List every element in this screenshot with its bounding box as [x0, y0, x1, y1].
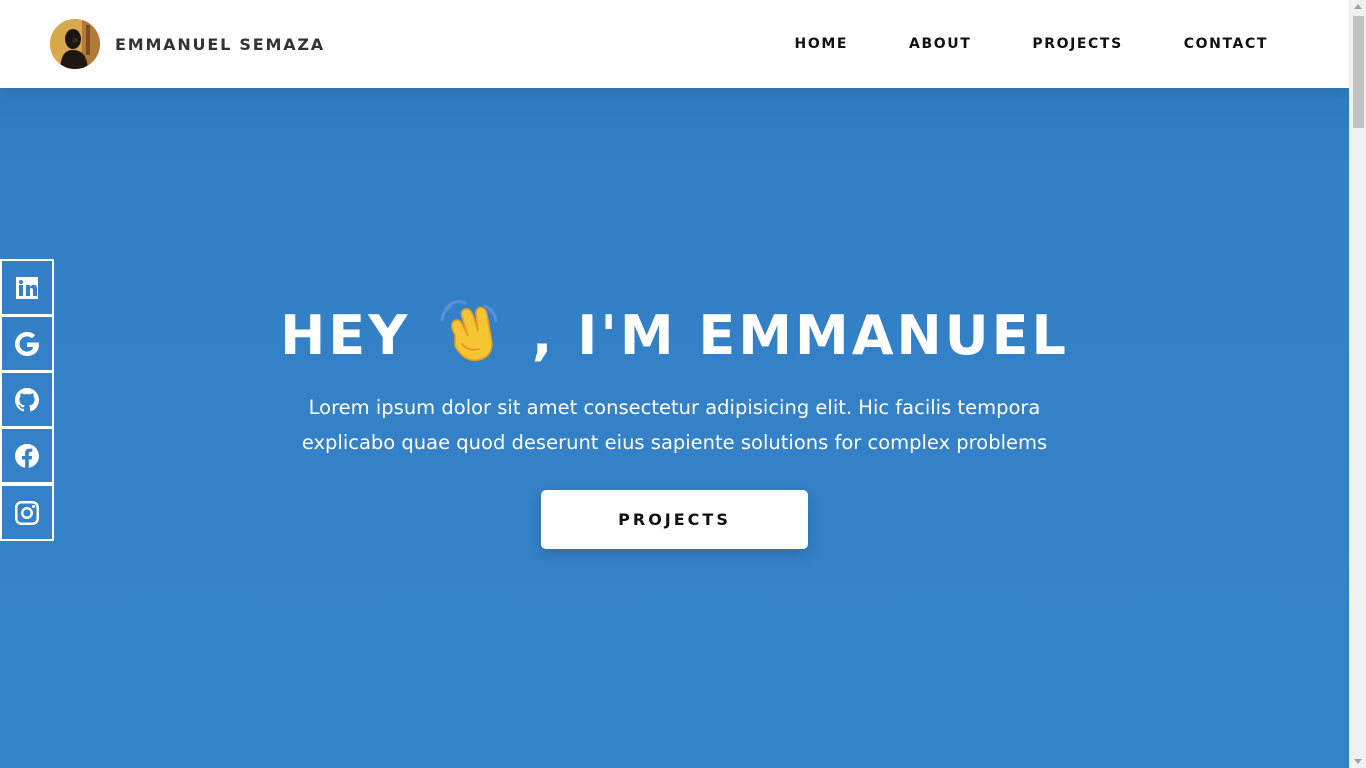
hero-title: HEY , I'M EMMANUEL [0, 298, 1349, 371]
brand-link[interactable]: EMMANUEL SEMAZA [50, 19, 325, 69]
github-link[interactable] [0, 371, 54, 428]
facebook-icon [15, 443, 39, 468]
avatar [50, 19, 100, 69]
google-link[interactable] [0, 315, 54, 372]
facebook-link[interactable] [0, 427, 54, 484]
scrollbar-thumb[interactable] [1353, 16, 1364, 128]
hero-title-before-emoji: HEY [280, 304, 411, 368]
main-navigation: HOME ABOUT PROJECTS CONTACT [795, 0, 1269, 88]
hero-description: Lorem ipsum dolor sit amet consectetur a… [301, 395, 1048, 454]
waving-hand-icon [438, 298, 504, 362]
scroll-up-arrow-icon[interactable] [1354, 4, 1362, 9]
hero-section: HEY , I'M EMMANUEL Lorem ipsum dolor sit… [0, 88, 1349, 768]
instagram-link[interactable] [0, 484, 54, 541]
hero-title-after-emoji: , I'M EMMANUEL [531, 304, 1069, 368]
scroll-down-arrow-icon[interactable] [1354, 759, 1362, 764]
nav-home-link[interactable]: HOME [795, 36, 849, 52]
google-icon [15, 331, 39, 356]
brand-name: EMMANUEL SEMAZA [115, 34, 325, 54]
site-header: EMMANUEL SEMAZA HOME ABOUT PROJECTS CONT… [0, 0, 1349, 88]
linkedin-icon [16, 276, 38, 299]
nav-about-link[interactable]: ABOUT [909, 36, 971, 52]
portfolio-page: EMMANUEL SEMAZA HOME ABOUT PROJECTS CONT… [0, 0, 1366, 768]
linkedin-link[interactable] [0, 259, 54, 316]
social-links-sidebar [0, 259, 54, 541]
nav-projects-link[interactable]: PROJECTS [1032, 36, 1122, 52]
page-scrollbar[interactable] [1349, 0, 1366, 768]
nav-contact-link[interactable]: CONTACT [1184, 36, 1268, 52]
instagram-icon [15, 500, 39, 525]
projects-button[interactable]: PROJECTS [541, 490, 808, 549]
github-icon [15, 387, 39, 411]
